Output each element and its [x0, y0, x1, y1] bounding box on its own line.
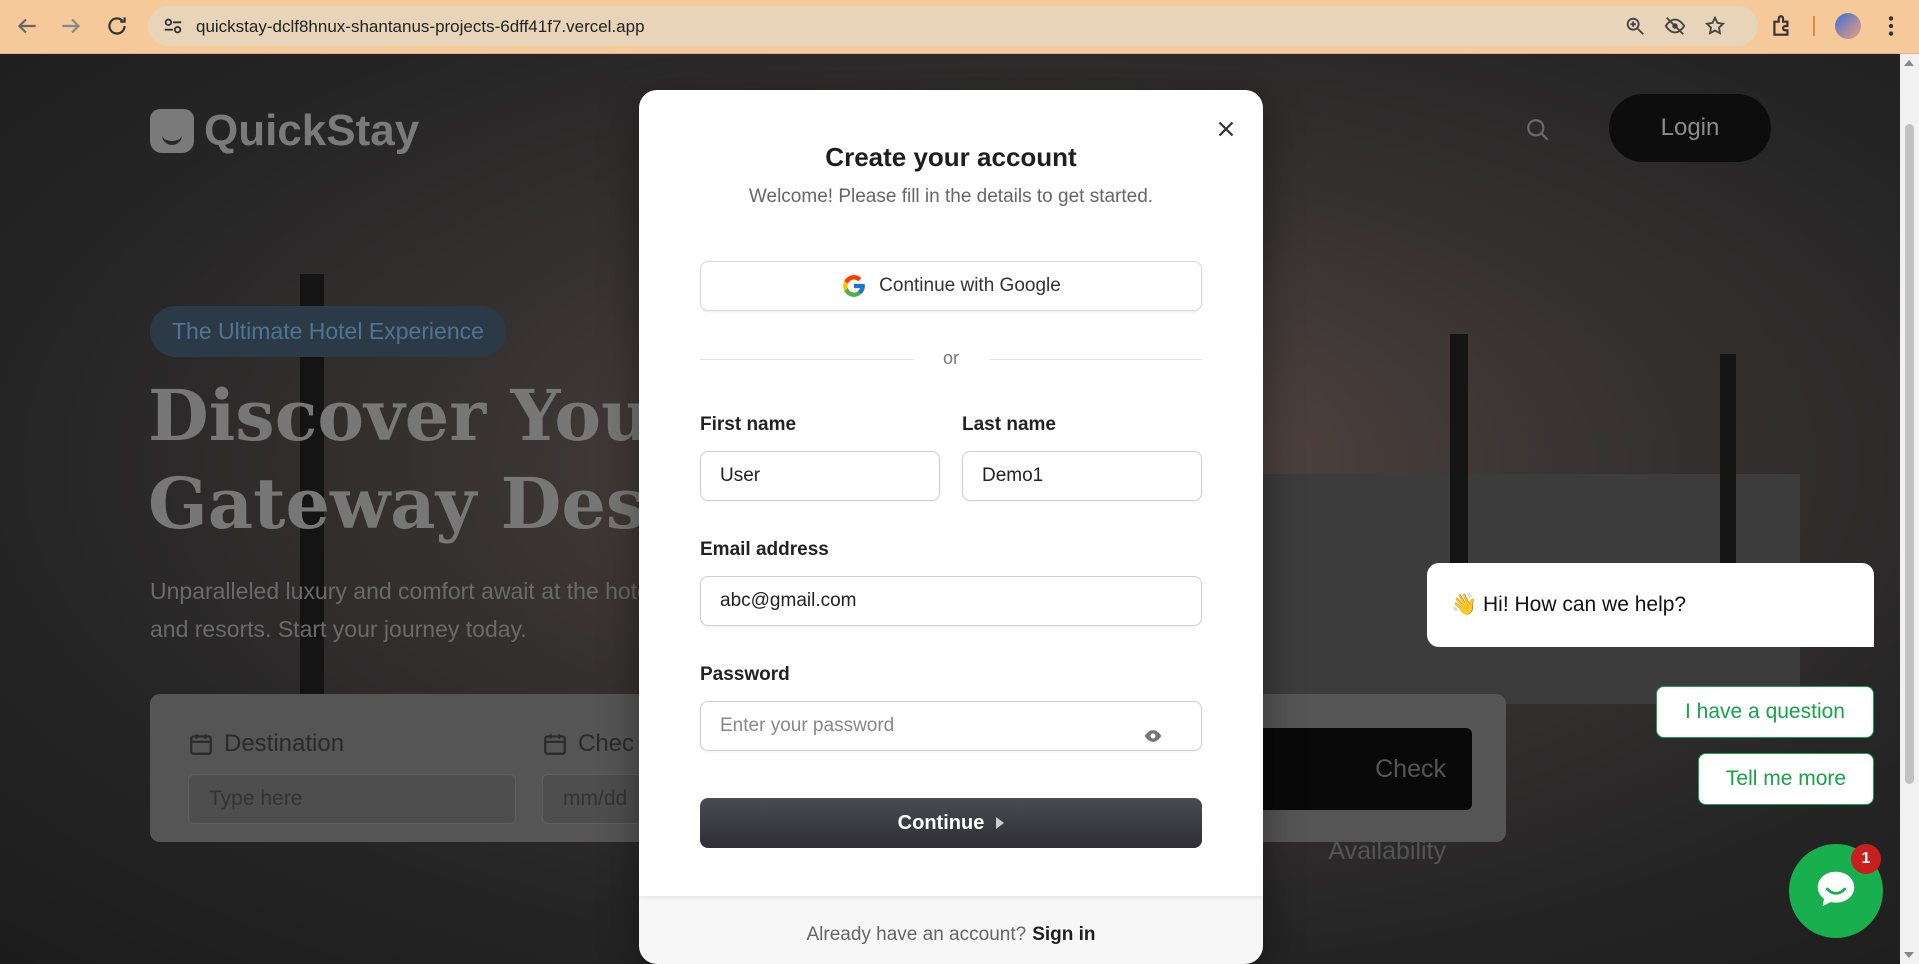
destination-input[interactable]: Type here	[188, 774, 516, 824]
close-icon[interactable]	[1213, 116, 1239, 142]
sign-in-link[interactable]: Sign in	[1032, 924, 1095, 945]
continue-with-google-button[interactable]: Continue with Google	[700, 261, 1202, 311]
or-divider-text: or	[942, 348, 959, 368]
page-scrollbar[interactable]	[1900, 54, 1919, 964]
logo-text: QuickStay	[204, 106, 420, 155]
signin-prompt: Already have an account? Sign in	[806, 924, 1096, 945]
hero-headline: Discover Your Gateway Dest	[148, 374, 689, 545]
google-icon	[843, 275, 865, 297]
chat-greeting-bubble: 👋 Hi! How can we help?	[1427, 563, 1874, 647]
divider-line	[989, 359, 1202, 360]
last-name-field[interactable]: Demo1	[962, 451, 1202, 501]
password-label: Password	[700, 664, 790, 685]
show-password-icon[interactable]	[1143, 717, 1163, 742]
first-name-field[interactable]: User	[700, 451, 940, 501]
menu-icon[interactable]	[1878, 13, 1904, 39]
hero-badge: The Ultimate Hotel Experience	[150, 306, 506, 357]
login-button[interactable]: Login	[1609, 94, 1771, 162]
signup-card: Create your account Welcome! Please fill…	[639, 90, 1263, 896]
destination-label: Destination	[188, 730, 344, 758]
logo-icon	[150, 109, 194, 153]
first-name-label: First name	[700, 414, 797, 435]
search-icon[interactable]	[1525, 117, 1551, 143]
arrow-right-icon	[996, 817, 1005, 829]
password-field[interactable]: Enter your password	[700, 701, 1202, 751]
last-name-label: Last name	[962, 414, 1056, 435]
calendar-icon	[190, 734, 212, 755]
back-icon[interactable]	[14, 13, 40, 39]
star-icon[interactable]	[1704, 15, 1726, 37]
checkin-input[interactable]: mm/dd	[542, 774, 642, 824]
browser-toolbar: quickstay-dclf8hnux-shantanus-projects-6…	[0, 0, 1919, 54]
reload-icon[interactable]	[104, 13, 130, 39]
wave-icon: 👋	[1451, 593, 1478, 616]
url-text[interactable]: quickstay-dclf8hnux-shantanus-projects-6…	[196, 17, 645, 37]
check-availability-button[interactable]: Check Availability	[1254, 728, 1472, 865]
modal-title: Create your account	[825, 142, 1077, 172]
forward-icon[interactable]	[58, 13, 84, 39]
zoom-icon[interactable]	[1624, 15, 1646, 37]
eye-off-icon[interactable]	[1664, 15, 1686, 37]
email-field[interactable]: abc@gmail.com	[700, 576, 1202, 626]
password-placeholder: Enter your password	[720, 715, 895, 736]
address-bar[interactable]: quickstay-dclf8hnux-shantanus-projects-6…	[148, 6, 1758, 46]
checkin-label: Chec	[542, 730, 634, 758]
site-logo[interactable]: QuickStay	[150, 106, 419, 156]
scroll-down-icon[interactable]	[1904, 952, 1914, 958]
site-settings-icon[interactable]	[162, 15, 184, 37]
continue-button[interactable]: Continue	[700, 798, 1202, 848]
divider-line	[700, 359, 914, 360]
chat-greeting-text: Hi! How can we help?	[1483, 593, 1687, 616]
chat-option-question[interactable]: I have a question	[1656, 686, 1874, 738]
hero-subtext: Unparalleled luxury and comfort await at…	[150, 578, 667, 642]
extensions-icon[interactable]	[1769, 13, 1795, 39]
profile-avatar[interactable]	[1835, 13, 1861, 39]
chat-icon	[1817, 871, 1855, 907]
modal-subtitle: Welcome! Please fill in the details to g…	[748, 186, 1154, 207]
calendar-icon	[544, 734, 566, 755]
notification-badge: 1	[1851, 844, 1881, 874]
email-label: Email address	[700, 539, 829, 560]
scroll-up-icon[interactable]	[1904, 60, 1914, 66]
signup-modal: Create your account Welcome! Please fill…	[639, 90, 1263, 964]
toolbar-separator	[1813, 16, 1815, 36]
scrollbar-thumb[interactable]	[1905, 124, 1914, 784]
chat-option-tell-more[interactable]: Tell me more	[1698, 753, 1874, 805]
